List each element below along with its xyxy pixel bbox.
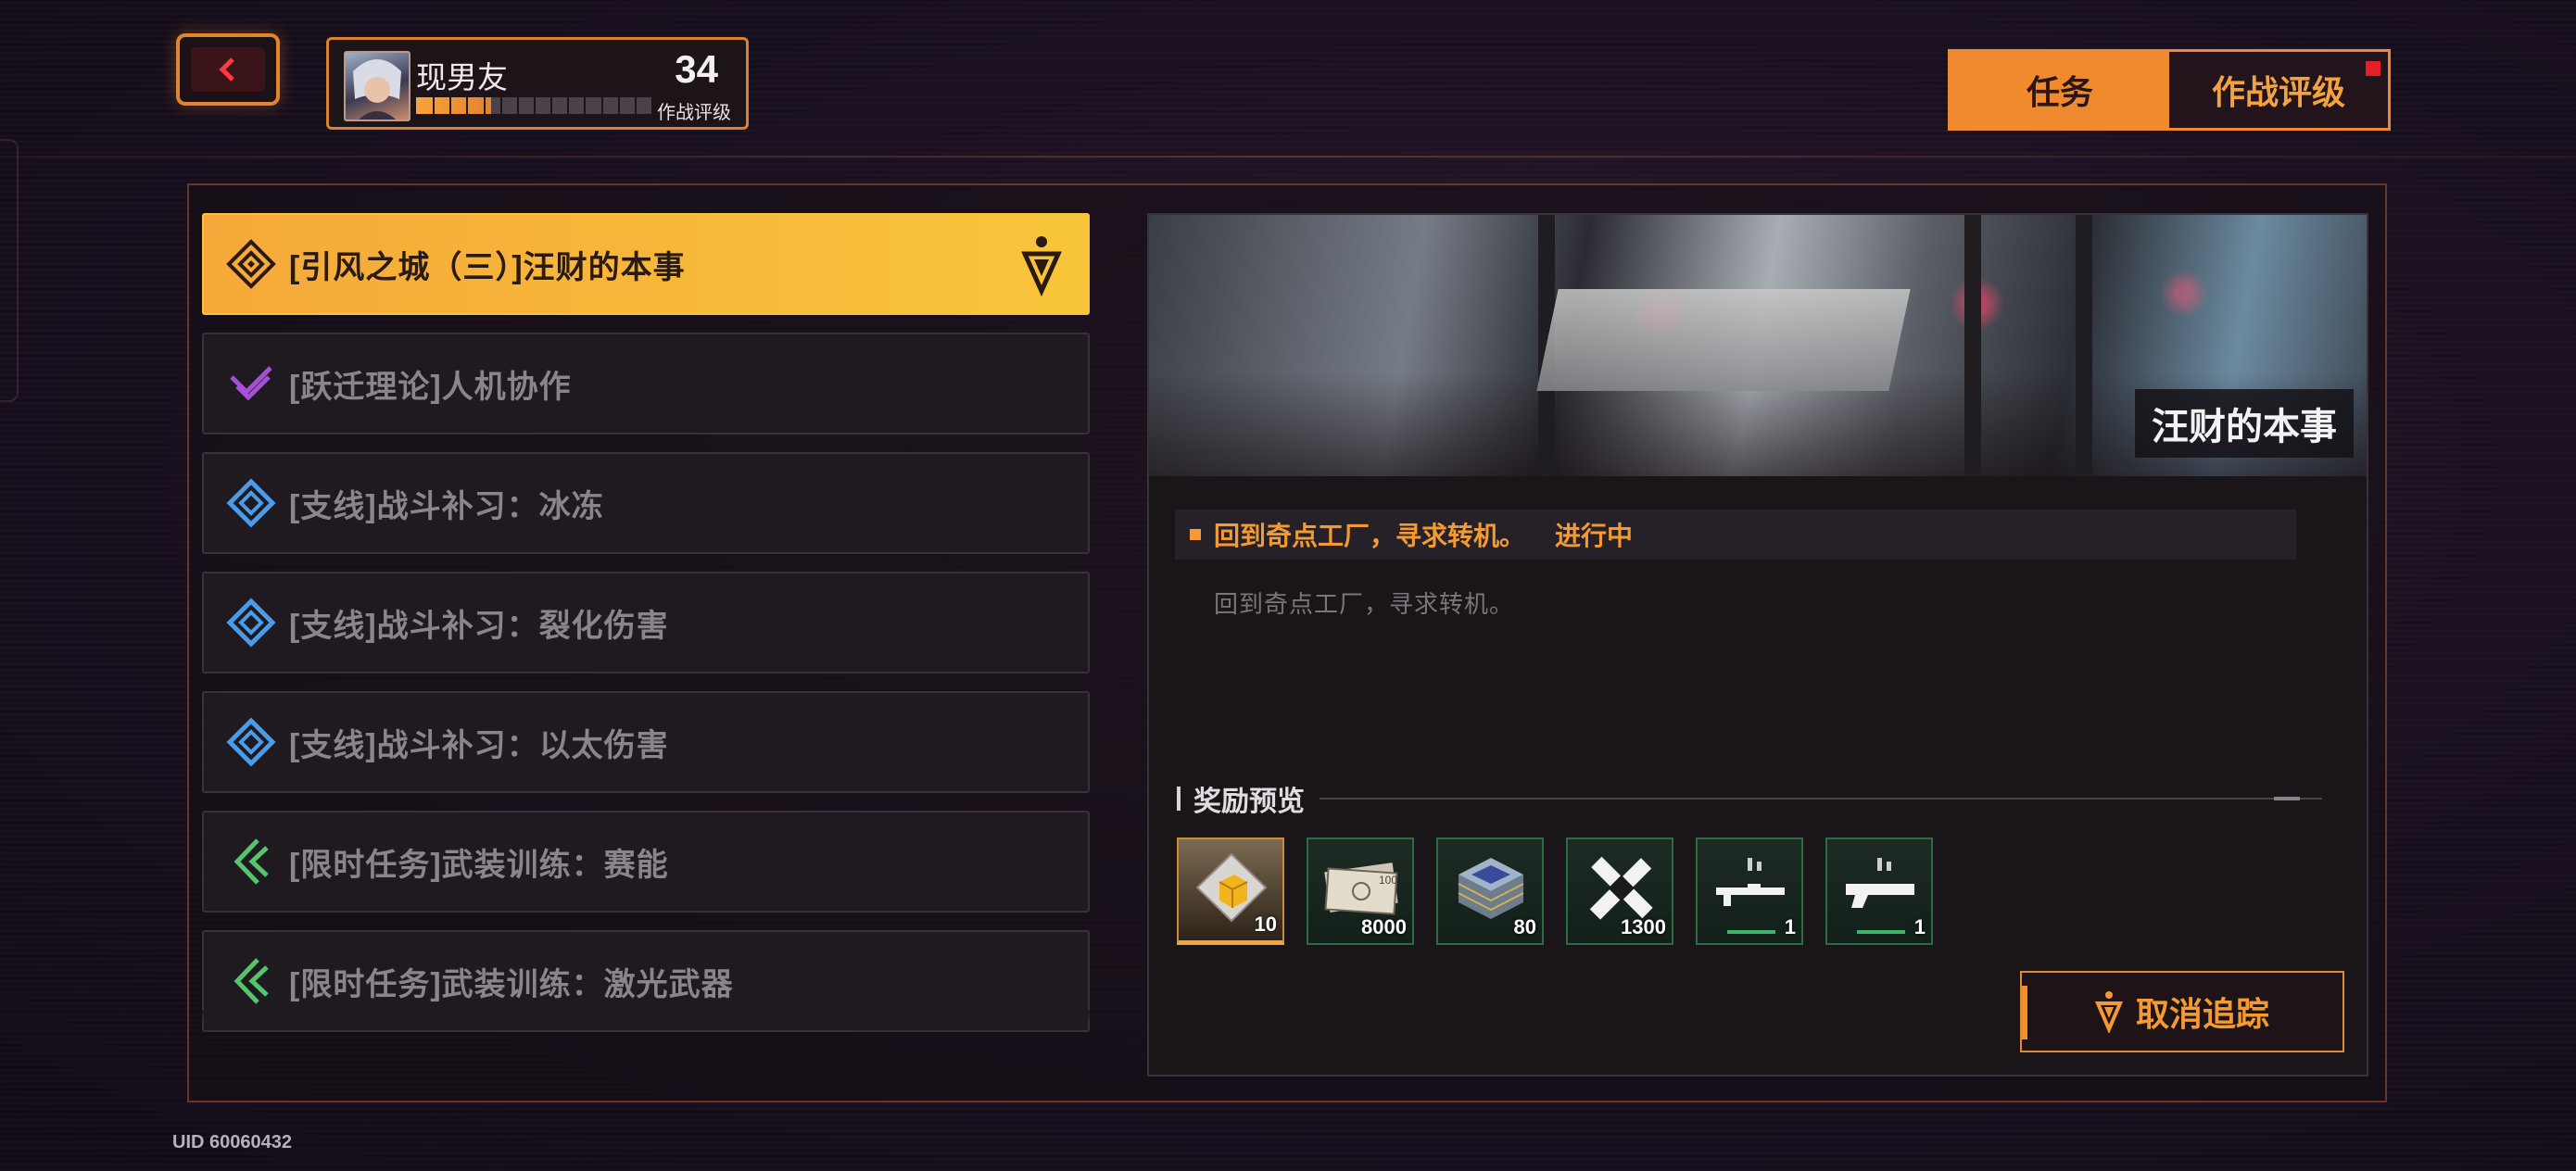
top-tabs: 任务 作战评级 bbox=[1948, 49, 2391, 131]
header-divider bbox=[0, 156, 2576, 157]
player-profile[interactable]: 现男友 34 作战评级 bbox=[326, 37, 749, 130]
rewards-divider bbox=[1320, 797, 2322, 800]
back-button[interactable] bbox=[176, 33, 280, 106]
quest-list[interactable]: [引风之城（三）]汪财的本事 [跃迁理论]人机协作 [支线]战斗补习：冰冻 [支线]战… bbox=[202, 213, 1090, 1050]
main-quest-icon bbox=[224, 237, 278, 291]
rarity-bar bbox=[1857, 930, 1905, 934]
reward-count: 1 bbox=[1913, 915, 1926, 938]
untrack-button-edge bbox=[2022, 986, 2027, 1039]
objective-bullet-icon bbox=[1190, 529, 1201, 540]
xp-segment-divider bbox=[516, 97, 519, 114]
rewards-title: 奖励预览 bbox=[1193, 787, 1305, 817]
tab-tasks[interactable]: 任务 bbox=[1951, 52, 2169, 128]
xp-progress-fill bbox=[416, 97, 492, 114]
side-quest-icon bbox=[224, 596, 278, 649]
quest-item-label: [引风之城（三）]汪财的本事 bbox=[289, 249, 686, 285]
reward-item[interactable]: 100 8000 bbox=[1307, 837, 1414, 945]
reward-item[interactable]: 1300 bbox=[1566, 837, 1673, 945]
rewards-header-bar bbox=[1177, 787, 1181, 811]
banknotes-icon: 100 bbox=[1321, 850, 1401, 925]
quest-item[interactable]: [支线]战斗补习：裂化伤害 bbox=[202, 572, 1090, 674]
rarity-bar bbox=[1727, 930, 1775, 934]
limited-quest-icon bbox=[224, 835, 278, 888]
quest-item[interactable]: [限时任务]武装训练：赛能 bbox=[202, 811, 1090, 913]
reward-item[interactable]: 80 bbox=[1436, 837, 1544, 945]
quest-item-label: [支线]战斗补习：冰冻 bbox=[289, 488, 604, 524]
objective-status: 进行中 bbox=[1555, 522, 1634, 550]
xp-segment-divider bbox=[550, 97, 553, 114]
quest-item[interactable]: [引风之城（三）]汪财的本事 bbox=[202, 213, 1090, 315]
reward-item[interactable]: 1 bbox=[1825, 837, 1933, 945]
quest-item-label: [支线]战斗补习：以太伤害 bbox=[289, 727, 669, 763]
quest-item[interactable]: [支线]战斗补习：冰冻 bbox=[202, 452, 1090, 554]
shotgun-icon bbox=[1840, 850, 1920, 925]
tracked-marker-icon bbox=[1021, 235, 1062, 297]
xp-segment-divider bbox=[600, 97, 603, 114]
tab-combat-rating-label: 作战评级 bbox=[2211, 73, 2345, 111]
chevron-left-icon bbox=[219, 57, 234, 82]
side-quest-icon bbox=[224, 715, 278, 769]
quest-detail-panel: 汪财的本事 回到奇点工厂，寻求转机。 进行中 回到奇点工厂，寻求转机。 奖励预览… bbox=[1147, 213, 2368, 1077]
reward-item[interactable]: 10 bbox=[1177, 837, 1284, 945]
player-level: 34 bbox=[675, 47, 718, 91]
xp-segment-divider bbox=[433, 97, 436, 114]
xp-segment-divider bbox=[483, 97, 486, 114]
quest-item[interactable]: [支线]战斗补习：以太伤害 bbox=[202, 691, 1090, 793]
rewards-header: 奖励预览 bbox=[1177, 778, 2322, 819]
xp-segment-divider bbox=[449, 97, 452, 114]
user-id: UID 60060432 bbox=[172, 1132, 292, 1152]
rewards-list: 10 100 8000 80 1300 1 1 bbox=[1177, 837, 1933, 945]
level-label: 作战评级 bbox=[657, 103, 731, 123]
rifle-icon bbox=[1711, 850, 1790, 925]
untrack-button[interactable]: 取消追踪 bbox=[2020, 971, 2344, 1052]
crossed-tools-icon bbox=[1581, 850, 1661, 925]
avatar bbox=[344, 51, 410, 121]
quest-item-label: [支线]战斗补习：裂化伤害 bbox=[289, 608, 669, 644]
chip-stack-icon bbox=[1451, 850, 1531, 925]
left-edge-handle[interactable] bbox=[0, 139, 19, 402]
reward-item[interactable]: 1 bbox=[1696, 837, 1803, 945]
limited-quest-icon bbox=[224, 954, 278, 1008]
banner-platform bbox=[1536, 289, 1911, 391]
xp-segment-divider bbox=[499, 97, 502, 114]
objective-description: 回到奇点工厂，寻求转机。 bbox=[1214, 590, 1515, 618]
player-name: 现男友 bbox=[416, 60, 508, 94]
banner-title: 汪财的本事 bbox=[2135, 389, 2354, 458]
quest-banner-image: 汪财的本事 bbox=[1149, 215, 2367, 476]
reward-count: 1300 bbox=[1621, 915, 1666, 938]
xp-segment-divider bbox=[617, 97, 620, 114]
quest-item-label: [限时任务]武装训练：赛能 bbox=[289, 847, 669, 883]
banner-tower bbox=[2076, 215, 2092, 476]
svg-text:100: 100 bbox=[1379, 874, 1397, 887]
quest-list-fade bbox=[202, 1010, 1090, 1025]
tab-combat-rating[interactable]: 作战评级 bbox=[2169, 52, 2388, 128]
quest-item[interactable]: [跃迁理论]人机协作 bbox=[202, 333, 1090, 434]
banner-tower bbox=[1964, 215, 1981, 476]
side-quest-icon bbox=[224, 476, 278, 530]
quest-item-label: [限时任务]武装训练：激光武器 bbox=[289, 966, 734, 1002]
xp-segment-divider bbox=[534, 97, 536, 114]
xp-segment-divider bbox=[466, 97, 469, 114]
reward-count: 10 bbox=[1254, 913, 1277, 936]
xp-segment-divider bbox=[584, 97, 587, 114]
quest-item-label: [跃迁理论]人机协作 bbox=[289, 369, 572, 405]
reward-count: 1 bbox=[1784, 915, 1796, 938]
untrack-button-label: 取消追踪 bbox=[2135, 995, 2269, 1033]
reward-count: 80 bbox=[1513, 915, 1536, 938]
xp-segment-divider bbox=[567, 97, 570, 114]
objective-row: 回到奇点工厂，寻求转机。 进行中 bbox=[1175, 510, 2296, 560]
xp-segment-divider bbox=[634, 97, 637, 114]
notification-dot bbox=[2366, 61, 2380, 76]
theory-quest-icon bbox=[224, 357, 278, 410]
track-marker-icon bbox=[2094, 991, 2123, 1033]
reward-count: 8000 bbox=[1361, 915, 1407, 938]
xp-progress-bar bbox=[416, 97, 651, 114]
objective-text: 回到奇点工厂，寻求转机。 bbox=[1214, 522, 1526, 550]
